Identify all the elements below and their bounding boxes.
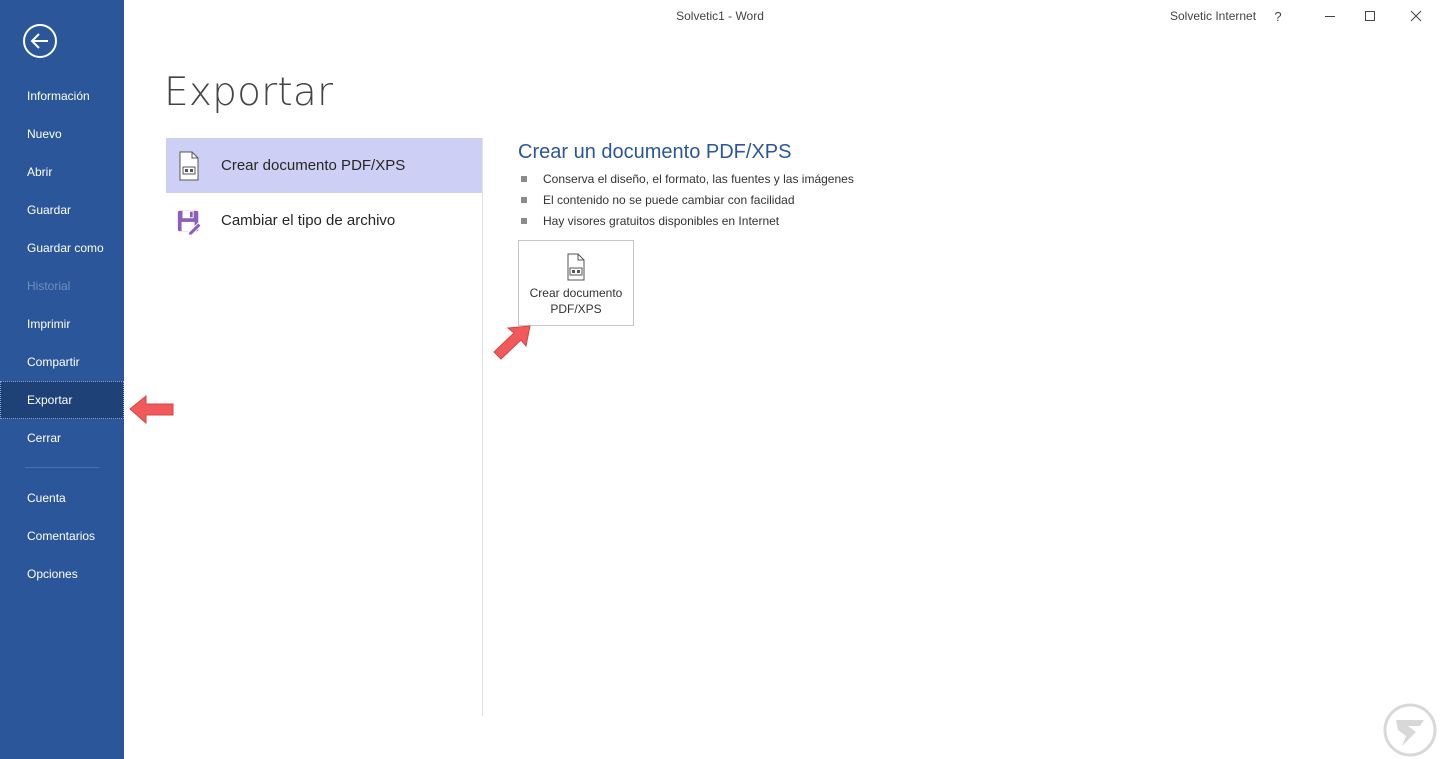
nav-item-opciones[interactable]: Opciones bbox=[0, 555, 124, 593]
help-icon: ? bbox=[1274, 8, 1282, 24]
nav-item-historial: Historial bbox=[27, 279, 71, 293]
annotation-arrow-icon bbox=[129, 394, 174, 425]
help-button[interactable]: ? bbox=[1258, 0, 1298, 32]
watermark-logo-icon bbox=[1383, 703, 1437, 757]
minimize-icon bbox=[1325, 16, 1335, 17]
nav-item-exportar[interactable]: Exportar bbox=[0, 381, 124, 419]
annotation-arrow-icon bbox=[493, 325, 531, 360]
nav-item-nuevo[interactable]: Nuevo bbox=[0, 115, 124, 153]
feature-list: Conserva el diseño, el formato, las fuen… bbox=[521, 171, 854, 234]
nav-item-cerrar[interactable]: Cerrar bbox=[0, 419, 124, 457]
list-item: Hay visores gratuitos disponibles en Int… bbox=[521, 213, 854, 234]
nav-item-comentarios[interactable]: Comentarios bbox=[0, 517, 124, 555]
title-bar: Solvetic1 - Word Solvetic Internet ? bbox=[124, 0, 1440, 32]
account-name[interactable]: Solvetic Internet bbox=[1170, 9, 1256, 23]
pane-divider bbox=[482, 138, 483, 716]
create-pdf-xps-button[interactable]: Crear documento PDF/XPS bbox=[518, 240, 634, 326]
option-label: Cambiar el tipo de archivo bbox=[221, 212, 396, 229]
pdf-document-icon bbox=[519, 253, 633, 281]
save-as-icon bbox=[176, 206, 202, 236]
maximize-button[interactable] bbox=[1350, 0, 1390, 32]
window-title: Solvetic1 - Word bbox=[676, 9, 764, 23]
close-icon bbox=[1410, 10, 1422, 22]
nav-item-compartir[interactable]: Compartir bbox=[0, 343, 124, 381]
backstage-nav: Información Nuevo Abrir Guardar Guardar … bbox=[0, 77, 124, 593]
list-item: Conserva el diseño, el formato, las fuen… bbox=[521, 171, 854, 192]
backstage-sidebar: Información Nuevo Abrir Guardar Guardar … bbox=[0, 0, 124, 759]
pdf-document-icon bbox=[176, 151, 202, 181]
nav-item-imprimir[interactable]: Imprimir bbox=[0, 305, 124, 343]
create-pdf-xps-button-label: Crear documento PDF/XPS bbox=[529, 286, 623, 316]
nav-item-guardar[interactable]: Guardar bbox=[0, 191, 124, 229]
close-button[interactable] bbox=[1396, 0, 1436, 32]
export-options-list: Crear documento PDF/XPS Cambiar el tipo … bbox=[166, 138, 482, 248]
nav-divider bbox=[25, 467, 99, 468]
back-arrow-icon bbox=[23, 24, 57, 58]
back-button[interactable] bbox=[22, 23, 58, 59]
nav-item-informacion[interactable]: Información bbox=[0, 77, 124, 115]
option-create-pdf-xps[interactable]: Crear documento PDF/XPS bbox=[166, 138, 482, 193]
page-title: Exportar bbox=[164, 70, 334, 115]
bullet-icon bbox=[521, 197, 527, 203]
bullet-icon bbox=[521, 218, 527, 224]
option-change-file-type[interactable]: Cambiar el tipo de archivo bbox=[166, 193, 482, 248]
minimize-button[interactable] bbox=[1310, 0, 1350, 32]
nav-item-cuenta[interactable]: Cuenta bbox=[0, 479, 124, 517]
maximize-icon bbox=[1365, 11, 1375, 21]
bullet-icon bbox=[521, 176, 527, 182]
detail-title: Crear un documento PDF/XPS bbox=[518, 141, 792, 163]
list-item: El contenido no se puede cambiar con fac… bbox=[521, 192, 854, 213]
option-label: Crear documento PDF/XPS bbox=[221, 157, 406, 174]
nav-item-abrir[interactable]: Abrir bbox=[0, 153, 124, 191]
nav-item-guardar-como[interactable]: Guardar como bbox=[0, 229, 124, 267]
